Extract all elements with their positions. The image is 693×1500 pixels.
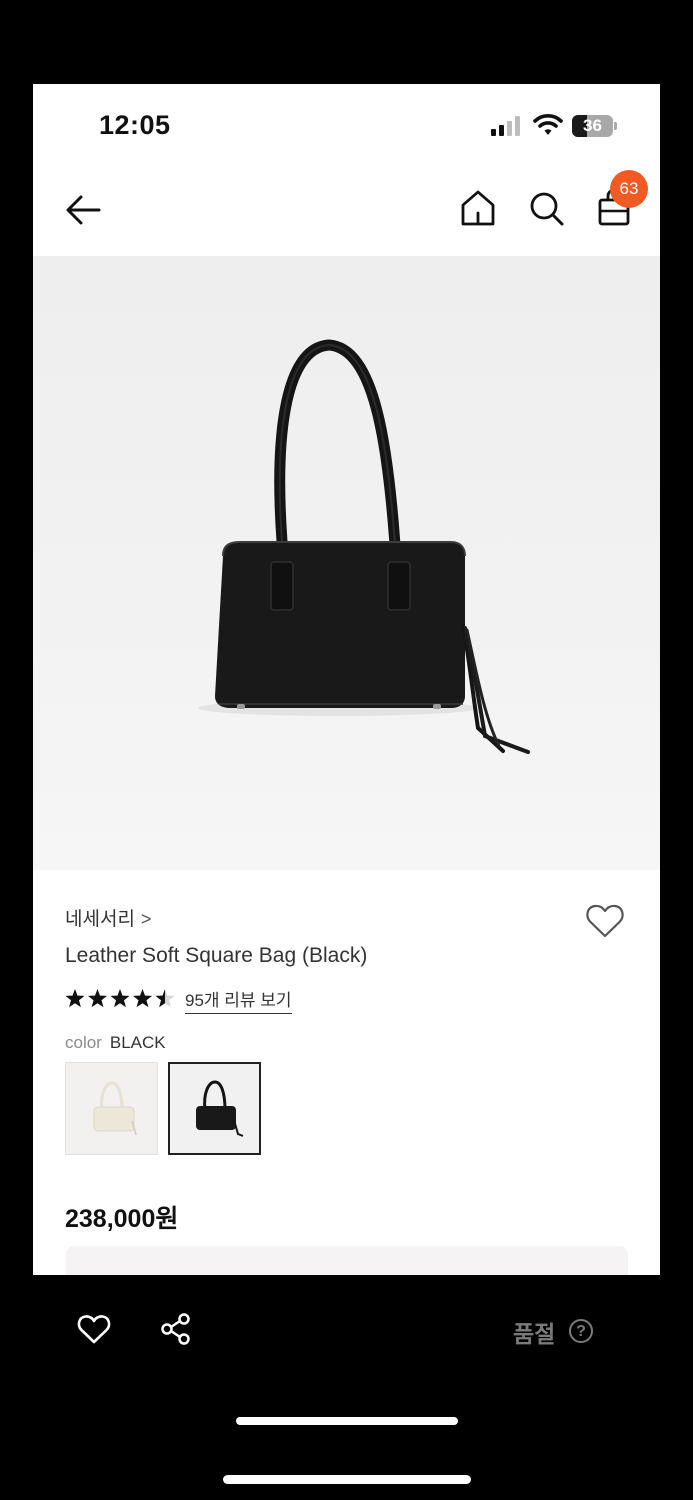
battery-indicator: 36 — [572, 115, 618, 137]
option-label: color — [65, 1033, 102, 1052]
bag-photo — [198, 339, 530, 754]
app-screen: 12:05 36 63 네세서리 > Leather Soft Square B… — [33, 84, 660, 1275]
share-icon[interactable] — [159, 1312, 193, 1346]
search-icon[interactable] — [525, 186, 567, 230]
arrow-left-icon[interactable] — [61, 187, 107, 233]
home-indicator[interactable] — [236, 1417, 458, 1425]
brand-link[interactable]: 네세서리 > — [65, 904, 151, 931]
ivory-bag-thumbnail — [93, 1081, 137, 1136]
swatch-ivory[interactable] — [65, 1062, 158, 1155]
coupon-box[interactable] — [66, 1246, 628, 1275]
cart-count-badge: 63 — [610, 170, 648, 208]
color-option: color BLACK — [65, 1033, 166, 1053]
product-name: Leather Soft Square Bag (Black) — [65, 944, 368, 967]
heart-icon[interactable] — [584, 901, 626, 941]
status-time: 12:05 — [99, 110, 171, 140]
star-icon — [132, 989, 153, 1008]
bottom-action-bar: 품절 ? — [0, 1275, 693, 1500]
review-link[interactable]: 95개 리뷰 보기 — [185, 986, 292, 1014]
star-icon — [65, 989, 85, 1008]
black-bag-thumbnail — [196, 1080, 244, 1137]
wifi-icon — [533, 114, 563, 135]
soldout-label: 품절 — [513, 1321, 556, 1347]
help-icon[interactable]: ? — [569, 1319, 593, 1343]
status-bar: 12:05 36 — [33, 84, 660, 168]
battery-level: 36 — [583, 116, 602, 135]
star-icon — [87, 989, 108, 1008]
chevron-right-icon: > — [140, 909, 152, 929]
signal-icon — [491, 116, 520, 136]
home-icon[interactable] — [457, 186, 499, 230]
product-image[interactable] — [33, 256, 660, 870]
swatch-black[interactable] — [168, 1062, 261, 1155]
app-header — [33, 168, 660, 256]
product-price: 238,000원 — [65, 1205, 179, 1233]
heart-icon[interactable] — [76, 1312, 112, 1346]
star-icon — [110, 989, 130, 1008]
home-indicator-secondary — [223, 1475, 471, 1484]
brand-name: 네세서리 — [65, 909, 135, 930]
option-value: BLACK — [109, 1033, 166, 1052]
star-rating — [65, 989, 175, 1008]
